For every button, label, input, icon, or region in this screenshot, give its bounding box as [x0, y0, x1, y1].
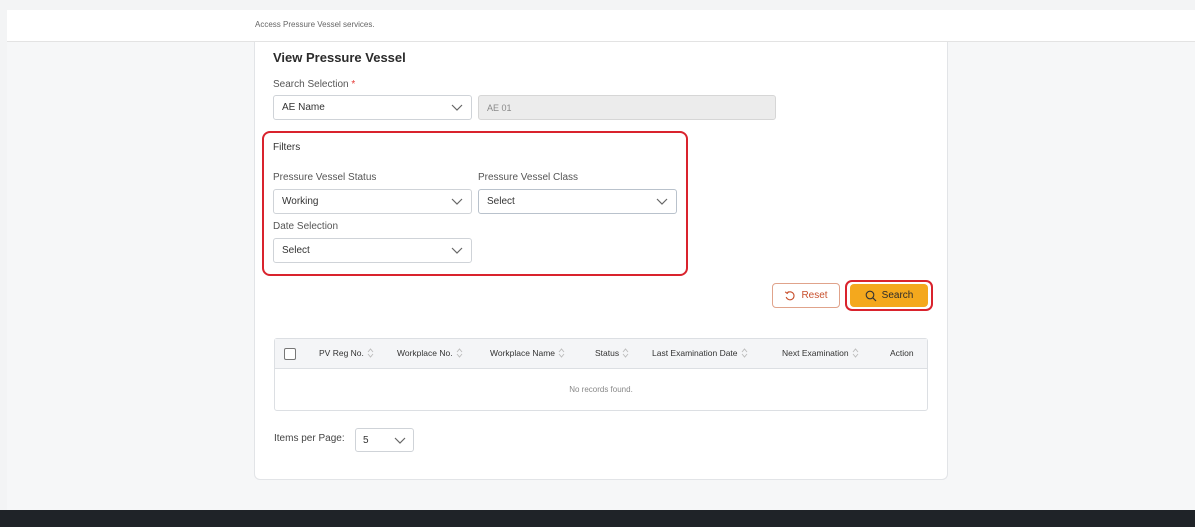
column-header-pv-reg-no[interactable]: PV Reg No.: [319, 348, 374, 358]
status-filter-dropdown[interactable]: Working: [273, 189, 472, 214]
column-label: Workplace No.: [397, 348, 453, 358]
column-label: Status: [595, 348, 620, 358]
column-header-workplace-no[interactable]: Workplace No.: [397, 348, 463, 358]
class-filter-dropdown[interactable]: Select: [478, 189, 677, 214]
items-per-page-value: 5: [363, 434, 369, 446]
column-header-action: Action: [890, 348, 914, 358]
chevron-down-icon: [451, 247, 463, 254]
filters-title: Filters: [273, 142, 301, 153]
column-label: Last Examination Date: [652, 348, 738, 358]
search-button-label: Search: [881, 290, 914, 301]
chevron-down-icon: [394, 437, 406, 444]
status-filter-value: Working: [282, 196, 319, 207]
class-filter-value: Select: [487, 196, 515, 207]
page-subtitle: Access Pressure Vessel services.: [255, 20, 375, 29]
required-marker: *: [351, 79, 356, 90]
chevron-down-icon: [451, 198, 463, 205]
search-button[interactable]: Search: [850, 284, 928, 307]
chevron-down-icon: [451, 104, 463, 111]
column-label: Action: [890, 348, 914, 358]
search-selection-label: Search Selection *: [273, 79, 355, 90]
table-header: PV Reg No. Workplace No. Workplace Name …: [275, 339, 927, 369]
class-filter-label: Pressure Vessel Class: [478, 172, 579, 183]
search-selection-value: AE Name: [282, 102, 325, 113]
page-title: View Pressure Vessel: [273, 50, 406, 65]
column-label: Next Examination: [782, 348, 849, 358]
select-all-checkbox[interactable]: [284, 348, 296, 360]
column-label: Workplace Name: [490, 348, 556, 358]
search-selection-dropdown[interactable]: AE Name: [273, 95, 472, 120]
date-filter-value: Select: [282, 245, 310, 256]
reset-icon: [785, 290, 795, 300]
column-header-workplace-name[interactable]: Workplace Name: [490, 348, 565, 358]
chevron-down-icon: [656, 198, 668, 205]
search-selection-label-text: Search Selection: [273, 79, 349, 90]
sort-icon: [622, 348, 629, 358]
sort-icon: [558, 348, 565, 358]
items-per-page-dropdown[interactable]: 5: [355, 428, 414, 452]
search-icon: [865, 290, 877, 301]
reset-button-label: Reset: [801, 290, 828, 301]
search-value-text: AE 01: [487, 102, 512, 113]
top-banner: Access Pressure Vessel services.: [7, 10, 1195, 42]
reset-button[interactable]: Reset: [772, 283, 840, 308]
date-filter-label: Date Selection: [273, 221, 339, 232]
results-table: PV Reg No. Workplace No. Workplace Name …: [274, 338, 928, 411]
empty-state-message: No records found.: [569, 385, 633, 394]
column-header-status[interactable]: Status: [595, 348, 629, 358]
date-filter-dropdown[interactable]: Select: [273, 238, 472, 263]
items-per-page-label: Items per Page:: [274, 433, 345, 444]
column-label: PV Reg No.: [319, 348, 364, 358]
sort-icon: [741, 348, 747, 358]
sort-icon: [852, 348, 858, 358]
search-value-field: AE 01: [478, 95, 776, 120]
footer-bar: [0, 510, 1195, 527]
sort-icon: [456, 348, 462, 358]
sort-icon: [367, 348, 374, 358]
column-header-next-examination[interactable]: Next Examination: [782, 348, 859, 358]
status-filter-label: Pressure Vessel Status: [273, 172, 377, 183]
column-header-last-examination-date[interactable]: Last Examination Date: [652, 348, 748, 358]
